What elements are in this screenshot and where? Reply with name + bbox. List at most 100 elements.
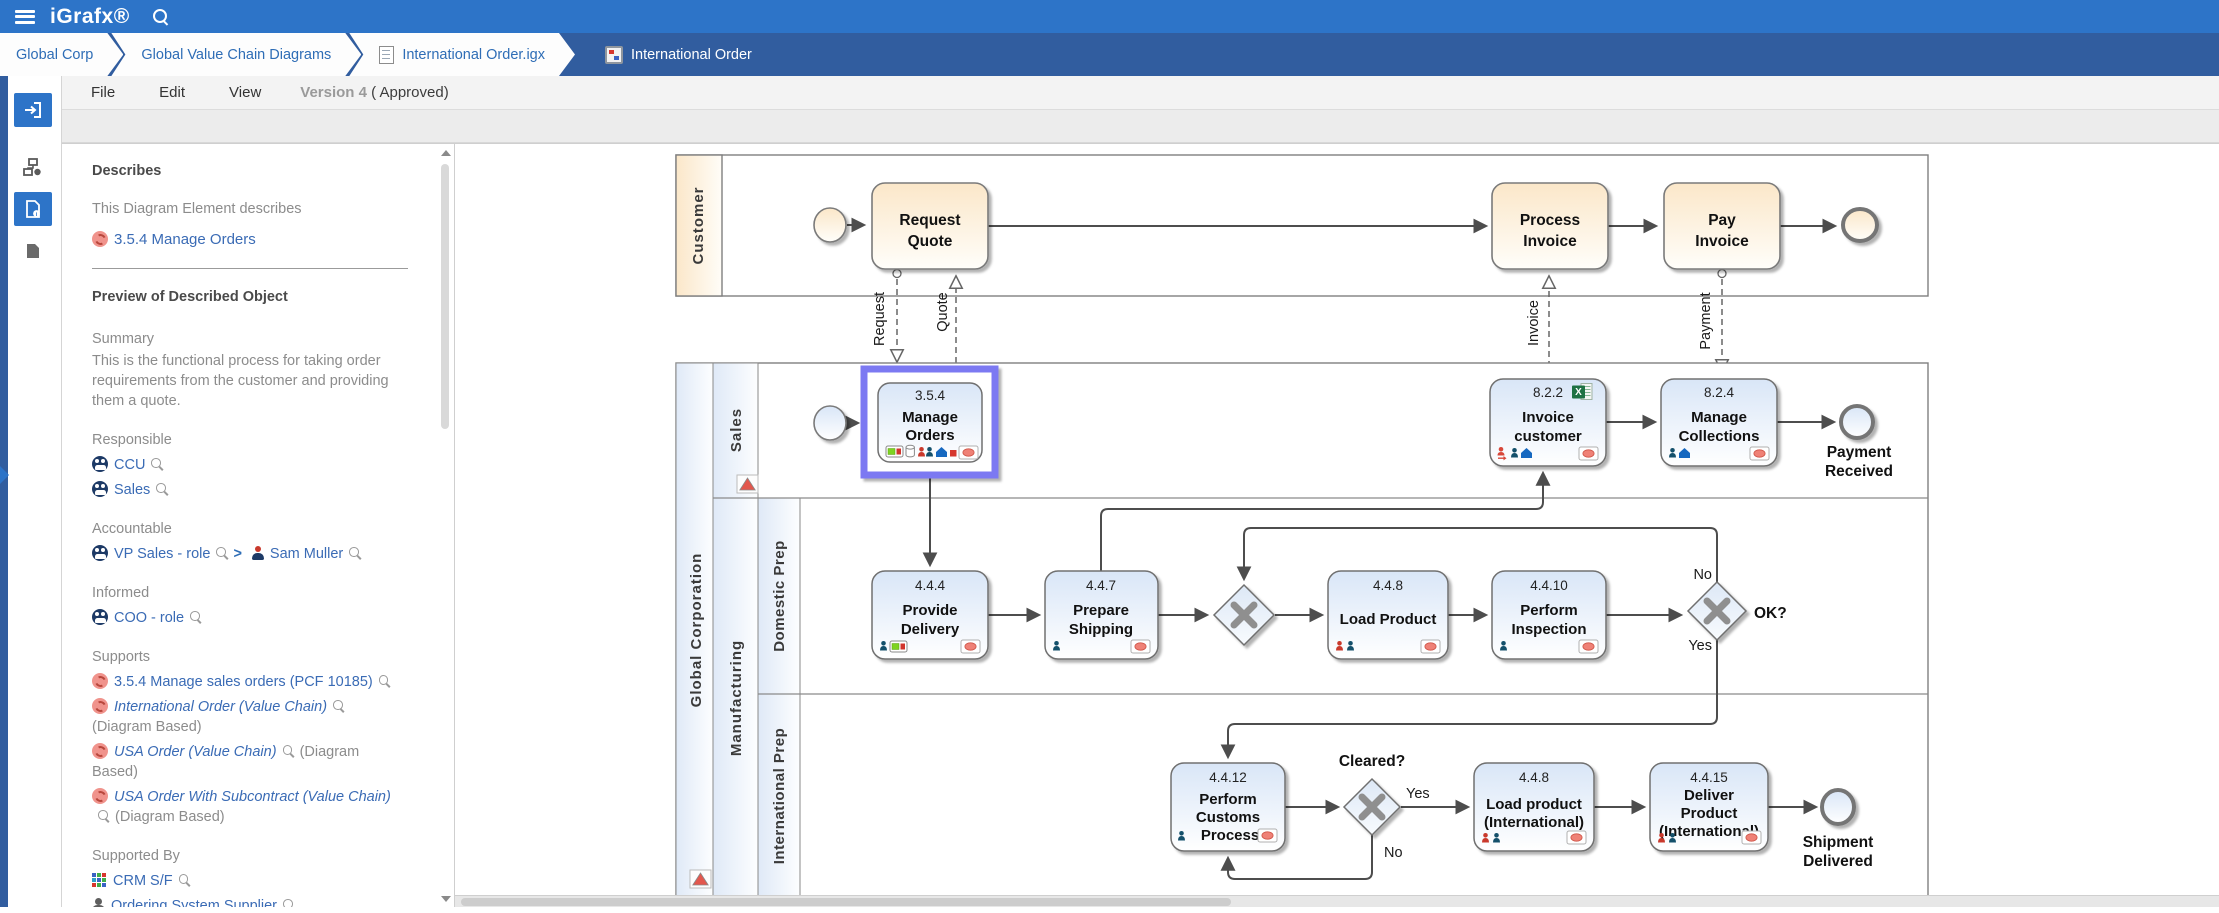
document-icon bbox=[379, 46, 394, 64]
status-bar-icon bbox=[889, 640, 908, 653]
flow-label-quote: Quote bbox=[935, 292, 951, 332]
list-item: 3.5.4 Manage sales orders (PCF 10185) bbox=[92, 672, 408, 692]
open-diagram-icon[interactable] bbox=[14, 93, 52, 127]
svg-text:Prepare: Prepare bbox=[1073, 602, 1129, 619]
magnifier-icon[interactable] bbox=[282, 744, 296, 758]
task-request-quote[interactable]: Request Quote bbox=[871, 182, 989, 270]
horizontal-scrollbar[interactable] bbox=[455, 895, 2219, 907]
magnifier-icon[interactable] bbox=[282, 898, 296, 907]
magnifier-icon[interactable] bbox=[215, 546, 229, 560]
left-icon-rail: i bbox=[0, 76, 62, 907]
red-oval-badge-icon bbox=[1566, 830, 1587, 845]
panel-scrollbar[interactable] bbox=[439, 146, 451, 906]
supported-by-link[interactable]: CRM S/F bbox=[113, 873, 173, 889]
task-load-product[interactable]: 4.4.8 Load Product bbox=[1327, 570, 1449, 660]
supports-link[interactable]: USA Order (Value Chain) bbox=[114, 744, 277, 760]
menu-edit[interactable]: Edit bbox=[144, 80, 200, 105]
lane-label-manufacturing: Manufacturing bbox=[728, 640, 745, 756]
task-manage-orders-selected[interactable]: 3.5.4 Manage Orders bbox=[860, 365, 999, 479]
supports-link[interactable]: USA Order With Subcontract (Value Chain) bbox=[114, 789, 391, 805]
menu-file[interactable]: File bbox=[76, 80, 130, 105]
supports-link[interactable]: International Order (Value Chain) bbox=[114, 699, 327, 715]
person-icon bbox=[251, 546, 264, 560]
label-yes: Yes bbox=[1688, 638, 1712, 654]
documents-icon[interactable] bbox=[14, 234, 52, 268]
hamburger-menu-icon[interactable] bbox=[15, 9, 35, 24]
svg-text:Orders: Orders bbox=[905, 427, 954, 444]
svg-text:Product: Product bbox=[1681, 805, 1738, 822]
lane-label-global-corporation: Global Corporation bbox=[688, 553, 705, 708]
describes-link[interactable]: 3.5.4 Manage Orders bbox=[114, 231, 256, 248]
diagram-canvas[interactable]: X Customer Request Quote Invoice Payment… bbox=[455, 143, 2219, 907]
magnifier-icon[interactable] bbox=[155, 482, 169, 496]
task-invoice-customer[interactable]: 8.2.2 Invoice customer bbox=[1489, 378, 1607, 467]
accountable-label: Accountable bbox=[92, 521, 172, 537]
magnifier-icon[interactable] bbox=[97, 809, 111, 823]
search-icon[interactable] bbox=[152, 8, 170, 26]
top-bar: iGrafx® bbox=[0, 0, 2219, 33]
menu-view[interactable]: View bbox=[214, 80, 276, 105]
supported-by-link[interactable]: Ordering System Supplier bbox=[111, 898, 277, 907]
svg-text:Process: Process bbox=[1520, 212, 1580, 229]
summary-label: Summary bbox=[92, 331, 155, 347]
breadcrumb-international-order-diagram[interactable]: International Order bbox=[581, 33, 782, 76]
preview-title: Preview of Described Object bbox=[92, 289, 288, 305]
supports-link[interactable]: 3.5.4 Manage sales orders (PCF 10185) bbox=[114, 674, 373, 690]
magnifier-icon[interactable] bbox=[348, 546, 362, 560]
start-event-customer[interactable] bbox=[813, 207, 847, 243]
breadcrumb-international-order-igx[interactable]: International Order.igx bbox=[349, 33, 575, 76]
task-manage-collections[interactable]: 8.2.4 Manage Collections bbox=[1660, 378, 1778, 467]
panel-expander-icon[interactable] bbox=[0, 466, 9, 484]
svg-text:Request: Request bbox=[899, 212, 960, 229]
breadcrumb-value-chain-diagrams[interactable]: Global Value Chain Diagrams bbox=[111, 33, 361, 76]
task-prepare-shipping[interactable]: 4.4.7 Prepare Shipping bbox=[1044, 570, 1159, 660]
magnifier-icon[interactable] bbox=[150, 457, 164, 471]
toolbar-strip bbox=[62, 110, 2219, 143]
accountable-person-link[interactable]: Sam Muller bbox=[270, 546, 343, 562]
process-hierarchy-icon[interactable] bbox=[14, 150, 52, 184]
org-unit-icon bbox=[92, 609, 108, 625]
process-icon bbox=[92, 698, 108, 714]
accountable-role-link[interactable]: VP Sales - role bbox=[114, 546, 210, 562]
informed-role-link[interactable]: COO - role bbox=[114, 610, 184, 626]
task-provide-delivery[interactable]: 4.4.4 Provide Delivery bbox=[871, 570, 989, 660]
scrollbar-thumb[interactable] bbox=[441, 164, 449, 429]
svg-text:8.2.2: 8.2.2 bbox=[1533, 385, 1563, 400]
svg-text:4.4.4: 4.4.4 bbox=[915, 578, 946, 593]
red-oval-badge-icon bbox=[960, 639, 981, 654]
start-event-sales[interactable] bbox=[813, 405, 847, 441]
process-icon bbox=[92, 231, 108, 247]
task-load-product-international[interactable]: 4.4.8 Load product (International) bbox=[1473, 762, 1595, 852]
magnifier-icon[interactable] bbox=[189, 610, 203, 624]
end-event-customer[interactable] bbox=[1841, 207, 1879, 243]
describes-text: This Diagram Element describes bbox=[92, 201, 302, 217]
svg-text:Perform: Perform bbox=[1520, 602, 1578, 619]
red-oval-badge-icon bbox=[1578, 446, 1599, 461]
diagram-based-suffix: (Diagram Based) bbox=[115, 809, 225, 825]
task-pay-invoice[interactable]: Pay Invoice bbox=[1663, 182, 1781, 270]
app-logo: iGrafx® bbox=[50, 4, 130, 28]
scroll-up-icon[interactable] bbox=[441, 150, 451, 156]
task-process-invoice[interactable]: Process Invoice bbox=[1491, 182, 1609, 270]
breadcrumb-global-corp[interactable]: Global Corp bbox=[0, 33, 123, 76]
scrollbar-thumb[interactable] bbox=[461, 898, 1231, 906]
application-grid-icon bbox=[92, 872, 107, 887]
magnifier-icon[interactable] bbox=[378, 674, 392, 688]
responsible-ccu-link[interactable]: CCU bbox=[114, 457, 145, 473]
svg-text:Payment: Payment bbox=[1827, 444, 1892, 461]
responsible-sales-link[interactable]: Sales bbox=[114, 482, 150, 498]
svg-text:4.4.7: 4.4.7 bbox=[1086, 578, 1116, 593]
task-perform-customs-process[interactable]: 4.4.12 Perform Customs Process bbox=[1170, 762, 1286, 852]
magnifier-icon[interactable] bbox=[332, 699, 346, 713]
warning-triangle-icon[interactable] bbox=[689, 869, 712, 889]
magnifier-icon[interactable] bbox=[178, 873, 192, 887]
task-deliver-product-international[interactable]: 4.4.15 Deliver Product (International) bbox=[1649, 762, 1769, 852]
warning-triangle-icon[interactable] bbox=[736, 474, 759, 494]
svg-text:Pay: Pay bbox=[1708, 212, 1736, 229]
value-chain-diagram: X Customer Request Quote Invoice Payment… bbox=[675, 154, 1929, 899]
list-item: International Order (Value Chain) (Diagr… bbox=[92, 697, 408, 737]
details-panel-icon[interactable]: i bbox=[14, 192, 52, 226]
scroll-down-icon[interactable] bbox=[441, 896, 451, 902]
task-perform-inspection[interactable]: 4.4.10 Perform Inspection bbox=[1491, 570, 1607, 660]
org-unit-icon bbox=[92, 545, 108, 561]
